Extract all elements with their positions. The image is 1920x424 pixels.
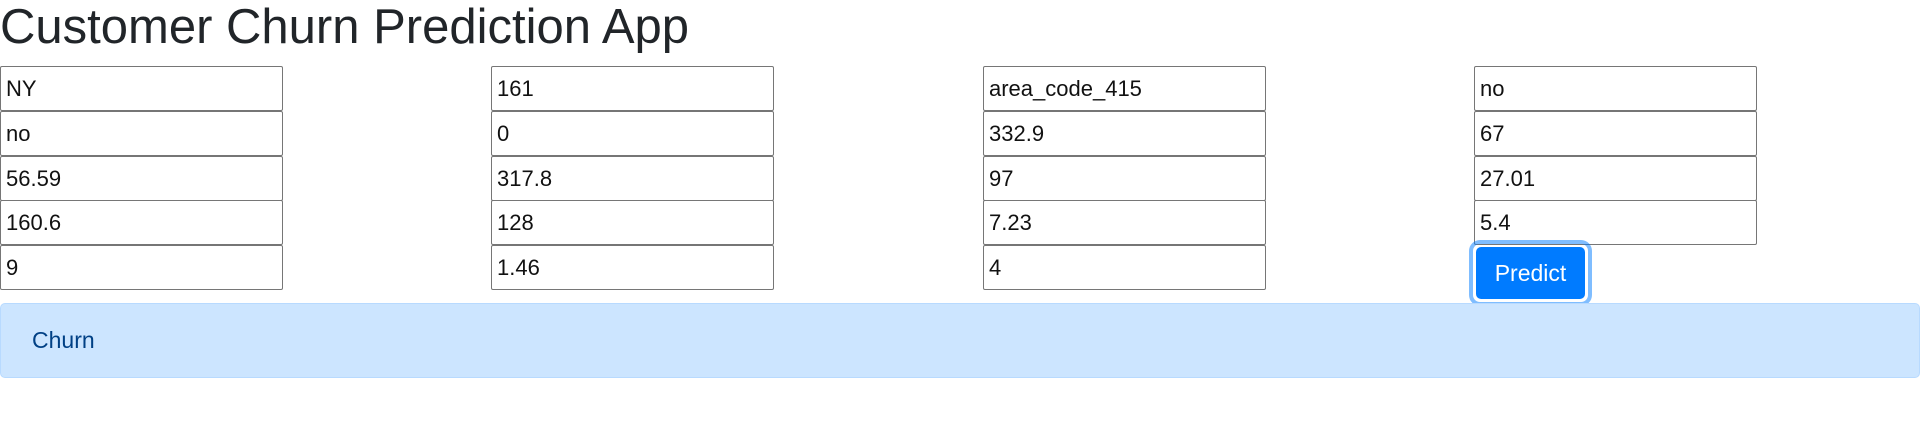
input-field-8[interactable] xyxy=(1474,111,1757,156)
page-title: Customer Churn Prediction App xyxy=(0,0,690,54)
prediction-result-alert: Churn xyxy=(0,303,1920,378)
input-field-1[interactable] xyxy=(0,66,283,111)
predict-button[interactable]: Predict xyxy=(1476,247,1585,299)
input-field-6[interactable] xyxy=(491,111,774,156)
input-field-18[interactable] xyxy=(491,245,774,290)
input-field-4[interactable] xyxy=(1474,66,1757,111)
page: Customer Churn Prediction App Predict Ch… xyxy=(0,0,1920,424)
prediction-result-text: Churn xyxy=(32,327,95,353)
input-field-13[interactable] xyxy=(0,200,283,245)
input-field-5[interactable] xyxy=(0,111,283,156)
input-field-3[interactable] xyxy=(983,66,1266,111)
predict-button-focus-ring: Predict xyxy=(1473,244,1588,302)
input-field-14[interactable] xyxy=(491,200,774,245)
input-field-15[interactable] xyxy=(983,200,1266,245)
input-field-9[interactable] xyxy=(0,156,283,201)
input-field-2[interactable] xyxy=(491,66,774,111)
input-field-12[interactable] xyxy=(1474,156,1757,201)
churn-input-form xyxy=(0,66,1920,296)
input-field-19[interactable] xyxy=(983,245,1266,290)
input-field-7[interactable] xyxy=(983,111,1266,156)
input-field-16[interactable] xyxy=(1474,200,1757,245)
input-field-17[interactable] xyxy=(0,245,283,290)
input-field-10[interactable] xyxy=(491,156,774,201)
input-field-11[interactable] xyxy=(983,156,1266,201)
